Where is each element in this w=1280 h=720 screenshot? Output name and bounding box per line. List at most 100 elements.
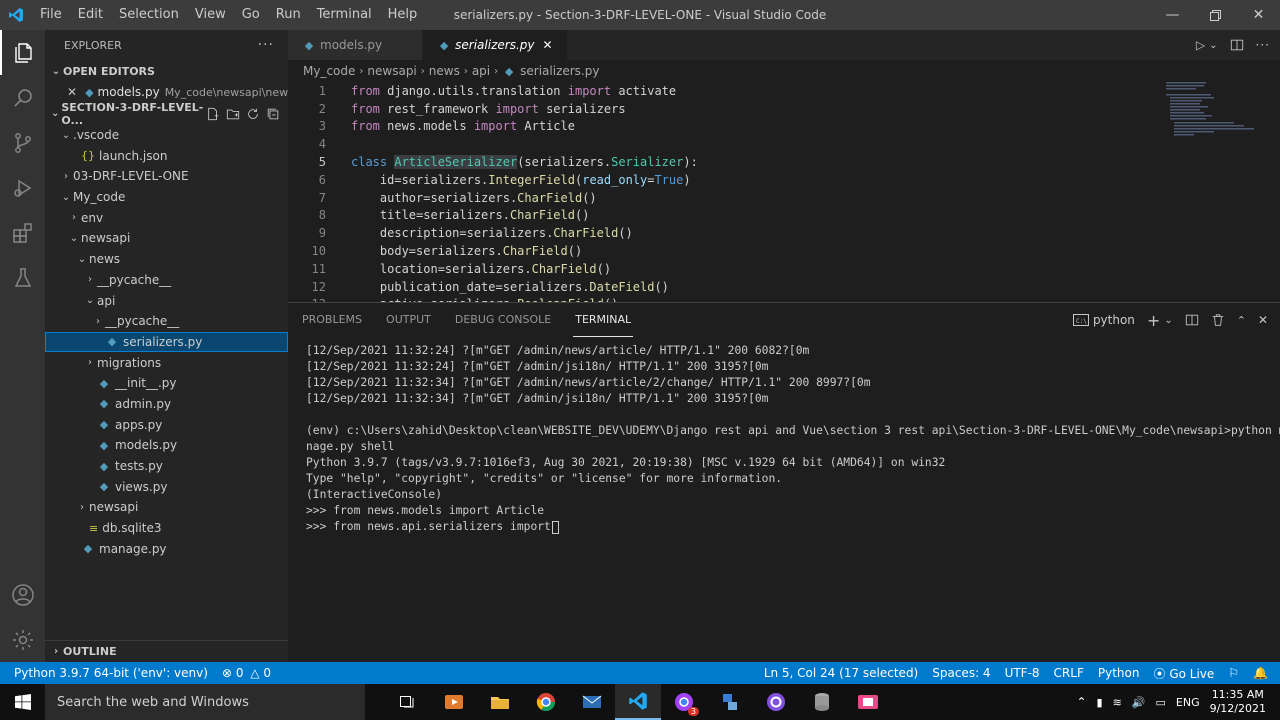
language-indicator[interactable]: ENG xyxy=(1176,696,1200,709)
tab-debug-console[interactable]: DEBUG CONSOLE xyxy=(453,303,553,337)
code-line[interactable]: 8 title=serializers.CharField() xyxy=(288,207,1158,225)
clock[interactable]: 11:35 AM 9/12/2021 xyxy=(1210,688,1266,716)
close-icon[interactable]: ✕ xyxy=(67,85,77,99)
close-window-button[interactable]: ✕ xyxy=(1237,0,1280,30)
refresh-icon[interactable] xyxy=(246,107,260,121)
tree-folder[interactable]: › newsapi xyxy=(45,497,288,518)
maximize-button[interactable] xyxy=(1194,0,1237,30)
menu-file[interactable]: File xyxy=(32,0,70,30)
vscode-app-icon[interactable] xyxy=(615,684,661,720)
task-view-icon[interactable] xyxy=(385,684,431,720)
tree-folder[interactable]: › 03-DRF-LEVEL-ONE xyxy=(45,166,288,187)
encoding[interactable]: UTF-8 xyxy=(998,666,1047,680)
menu-edit[interactable]: Edit xyxy=(70,0,111,30)
code-line[interactable]: 12 publication_date=serializers.DateFiel… xyxy=(288,278,1158,296)
go-live-button[interactable]: ⦿ Go Live xyxy=(1146,665,1221,682)
source-control-icon[interactable] xyxy=(0,120,45,165)
tree-file[interactable]: ◆ models.py xyxy=(45,435,288,456)
tree-folder[interactable]: ⌄ .vscode xyxy=(45,125,288,146)
language-mode[interactable]: Python xyxy=(1091,666,1147,680)
network-tool-app-icon[interactable] xyxy=(707,684,753,720)
terminal-output[interactable]: [12/Sep/2021 11:32:24] ?[m"GET /admin/ne… xyxy=(306,343,1280,535)
recorder-app-icon[interactable] xyxy=(845,684,891,720)
chevron-down-icon[interactable]: ⌄ xyxy=(1209,40,1217,51)
volume-icon[interactable]: 🔊 xyxy=(1132,696,1146,709)
search-icon[interactable] xyxy=(0,75,45,120)
more-actions-icon[interactable]: ··· xyxy=(258,37,274,53)
github-app-icon[interactable] xyxy=(753,684,799,720)
battery-icon[interactable]: ▮ xyxy=(1097,696,1103,709)
menu-selection[interactable]: Selection xyxy=(111,0,187,30)
close-tab-icon[interactable]: ✕ xyxy=(542,38,552,52)
tree-folder[interactable]: ⌄ My_code xyxy=(45,187,288,208)
testing-icon[interactable] xyxy=(0,255,45,300)
chrome-profile-app-icon[interactable]: 3 xyxy=(661,684,707,720)
breadcrumb-item[interactable]: My_code xyxy=(303,64,355,78)
menu-terminal[interactable]: Terminal xyxy=(309,0,380,30)
tree-folder[interactable]: › __pycache__ xyxy=(45,270,288,291)
code-editor[interactable]: 1 from django.utils.translation import ac… xyxy=(288,82,1158,302)
settings-gear-icon[interactable] xyxy=(0,617,45,662)
code-line[interactable]: 2 from rest_framework import serializers xyxy=(288,100,1158,118)
tree-file[interactable]: ◆ serializers.py xyxy=(45,331,288,353)
indentation[interactable]: Spaces: 4 xyxy=(925,666,997,680)
tab-output[interactable]: OUTPUT xyxy=(384,303,433,337)
tree-folder[interactable]: › env xyxy=(45,207,288,228)
tree-folder[interactable]: ⌄ api xyxy=(45,290,288,311)
start-button[interactable] xyxy=(0,684,45,720)
database-app-icon[interactable] xyxy=(799,684,845,720)
menu-view[interactable]: View xyxy=(187,0,234,30)
tree-folder[interactable]: ⌄ newsapi xyxy=(45,228,288,249)
media-player-app-icon[interactable] xyxy=(431,684,477,720)
problems-indicator[interactable]: ⊗ 0 △ 0 xyxy=(215,666,278,680)
tree-folder[interactable]: › __pycache__ xyxy=(45,311,288,332)
new-file-icon[interactable] xyxy=(206,107,220,121)
breadcrumb-item[interactable]: api xyxy=(472,64,490,78)
tree-file[interactable]: ◆ tests.py xyxy=(45,456,288,477)
menu-go[interactable]: Go xyxy=(234,0,268,30)
trash-icon[interactable] xyxy=(1211,313,1225,327)
tree-folder[interactable]: ⌄ news xyxy=(45,249,288,270)
open-editors-section[interactable]: ⌄ OPEN EDITORS xyxy=(45,60,288,82)
breadcrumb-item[interactable]: newsapi xyxy=(367,64,416,78)
tree-file[interactable]: {} launch.json xyxy=(45,145,288,166)
code-line[interactable]: 7 author=serializers.CharField() xyxy=(288,189,1158,207)
code-line[interactable]: 4 xyxy=(288,135,1158,153)
tab-problems[interactable]: PROBLEMS xyxy=(300,303,364,337)
account-icon[interactable] xyxy=(0,572,45,617)
workspace-section[interactable]: ⌄ SECTION-3-DRF-LEVEL-O... xyxy=(45,101,288,127)
chrome-app-icon[interactable] xyxy=(523,684,569,720)
run-debug-icon[interactable] xyxy=(0,165,45,210)
close-panel-icon[interactable]: ✕ xyxy=(1258,313,1268,327)
mail-app-icon[interactable] xyxy=(569,684,615,720)
tree-file[interactable]: ◆ apps.py xyxy=(45,414,288,435)
code-line[interactable]: 3 from news.models import Article xyxy=(288,118,1158,136)
new-folder-icon[interactable] xyxy=(226,107,240,121)
outline-section[interactable]: › OUTLINE xyxy=(45,640,288,662)
code-line[interactable]: 10 body=serializers.CharField() xyxy=(288,242,1158,260)
collapse-all-icon[interactable] xyxy=(266,107,280,121)
explorer-icon[interactable] xyxy=(0,30,45,75)
wifi-icon[interactable]: ≋ xyxy=(1113,696,1122,709)
cursor-position[interactable]: Ln 5, Col 24 (17 selected) xyxy=(757,666,925,680)
code-line[interactable]: 11 location=serializers.CharField() xyxy=(288,260,1158,278)
tree-file[interactable]: ◆ views.py xyxy=(45,476,288,497)
tree-file[interactable]: ◆ __init__.py xyxy=(45,373,288,394)
open-editor-item[interactable]: ✕ ◆ models.py My_code\newsapi\news xyxy=(45,82,294,103)
action-center-icon[interactable]: ▭ xyxy=(1155,696,1165,709)
tab-models-py[interactable]: ◆ models.py xyxy=(288,30,424,60)
terminal-selector[interactable]: C:\ python xyxy=(1072,313,1135,327)
tree-file[interactable]: ◆ admin.py xyxy=(45,394,288,415)
split-terminal-icon[interactable] xyxy=(1185,313,1199,327)
minimap[interactable] xyxy=(1166,82,1266,142)
menu-help[interactable]: Help xyxy=(380,0,426,30)
menu-run[interactable]: Run xyxy=(268,0,309,30)
tab-terminal[interactable]: TERMINAL xyxy=(573,303,634,337)
breadcrumb-item[interactable]: news xyxy=(429,64,460,78)
tree-folder[interactable]: › migrations xyxy=(45,352,288,373)
tab-serializers-py[interactable]: ◆ serializers.py ✕ xyxy=(423,30,568,60)
more-actions-icon[interactable]: ··· xyxy=(1256,38,1270,52)
chevron-down-icon[interactable]: ⌄ xyxy=(1164,315,1172,326)
maximize-panel-icon[interactable]: ⌃ xyxy=(1237,314,1246,327)
line-ending[interactable]: CRLF xyxy=(1047,666,1091,680)
